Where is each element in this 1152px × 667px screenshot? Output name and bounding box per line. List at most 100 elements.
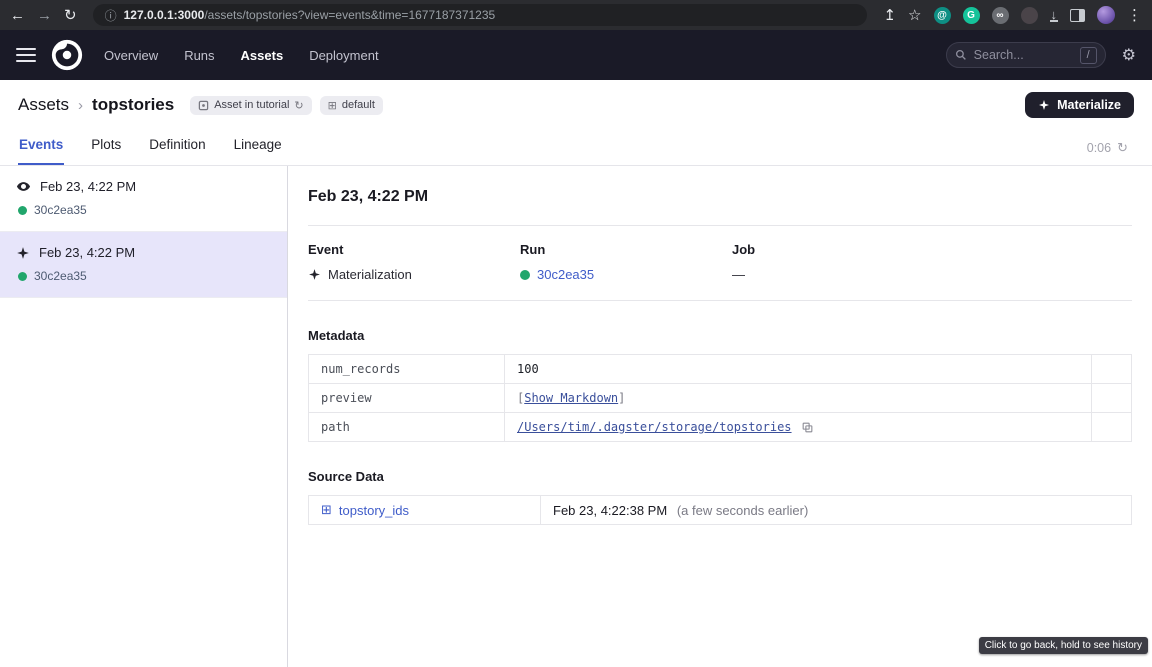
page-header: Assets › topstories Asset in tutorial ↻ ⊞ … bbox=[0, 80, 1152, 128]
share-icon[interactable]: ↥ bbox=[883, 8, 896, 23]
materialization-sparkle-icon bbox=[308, 268, 321, 281]
source-timestamp-note: (a few seconds earlier) bbox=[677, 503, 809, 518]
breadcrumb-assets-link[interactable]: Assets bbox=[18, 95, 69, 114]
bookmark-star-icon[interactable]: ☆ bbox=[908, 8, 921, 23]
materialize-button[interactable]: Materialize bbox=[1025, 92, 1134, 118]
search-icon bbox=[955, 49, 967, 61]
extension-infinity-icon[interactable]: ∞ bbox=[992, 7, 1009, 24]
metadata-action-cell bbox=[1092, 355, 1132, 384]
side-panel-icon[interactable] bbox=[1070, 9, 1085, 22]
gear-icon[interactable]: ⚙ bbox=[1122, 45, 1136, 65]
nav-item-overview[interactable]: Overview bbox=[104, 48, 158, 63]
asset-icon bbox=[198, 100, 209, 111]
refresh-icon[interactable]: ↻ bbox=[1117, 140, 1128, 156]
metadata-value: /Users/tim/.dagster/storage/topstories bbox=[505, 413, 1092, 442]
tab-events[interactable]: Events bbox=[18, 128, 64, 165]
run-id-link[interactable]: 30c2ea35 bbox=[537, 267, 594, 282]
tab-lineage[interactable]: Lineage bbox=[233, 128, 283, 165]
back-icon[interactable]: ← bbox=[10, 8, 25, 23]
dagster-logo[interactable] bbox=[50, 38, 84, 72]
source-data-row: ⊞ topstory_ids Feb 23, 4:22:38 PM (a few… bbox=[309, 496, 1132, 525]
upstream-asset-name: topstory_ids bbox=[339, 503, 409, 518]
run-status-dot bbox=[18, 272, 27, 281]
tag-group-default[interactable]: ⊞ default bbox=[320, 96, 383, 115]
event-summary-row: Event Materialization Run 30c2ea35 Job — bbox=[308, 226, 1132, 301]
path-link[interactable]: /Users/tim/.dagster/storage/topstories bbox=[517, 420, 792, 434]
nav-right: Search... / ⚙ bbox=[946, 42, 1136, 68]
breadcrumb-separator: › bbox=[78, 97, 83, 114]
metadata-row: num_records 100 bbox=[309, 355, 1132, 384]
content: Feb 23, 4:22 PM 30c2ea35 Feb 23, 4:22 PM… bbox=[0, 166, 1152, 667]
event-list-item-materialization[interactable]: Feb 23, 4:22 PM 30c2ea35 bbox=[0, 232, 287, 298]
extension-icon[interactable] bbox=[1021, 7, 1038, 24]
run-id-link[interactable]: 30c2ea35 bbox=[34, 269, 87, 283]
screen: ← → ↻ ⓘ 127.0.0.1:3000/assets/topstories… bbox=[0, 0, 1152, 667]
search-input[interactable]: Search... / bbox=[946, 42, 1106, 68]
event-column-label: Event bbox=[308, 242, 520, 257]
event-type-value: Materialization bbox=[328, 267, 412, 282]
metadata-key: path bbox=[309, 413, 505, 442]
browser-menu-icon[interactable]: ⋮ bbox=[1127, 8, 1142, 23]
asset-tags: Asset in tutorial ↻ ⊞ default bbox=[190, 96, 383, 115]
nav-item-assets[interactable]: Assets bbox=[241, 48, 284, 63]
run-column-label: Run bbox=[520, 242, 732, 257]
url-host: 127.0.0.1:3000 bbox=[124, 8, 205, 22]
event-list-sidebar: Feb 23, 4:22 PM 30c2ea35 Feb 23, 4:22 PM… bbox=[0, 166, 288, 667]
metadata-table: num_records 100 preview [Show Markdown] … bbox=[308, 354, 1132, 442]
extension-at-icon[interactable]: @ bbox=[934, 7, 951, 24]
source-timestamp: Feb 23, 4:22:38 PM bbox=[553, 503, 667, 518]
observation-eye-icon bbox=[16, 179, 31, 194]
browser-profile-avatar[interactable] bbox=[1097, 6, 1115, 24]
refresh-timer: 0:06 ↻ bbox=[1087, 140, 1128, 165]
hamburger-menu-icon[interactable] bbox=[16, 48, 36, 62]
event-detail-title: Feb 23, 4:22 PM bbox=[308, 166, 1132, 226]
breadcrumb-current: topstories bbox=[92, 95, 174, 114]
table-grid-icon: ⊞ bbox=[321, 502, 332, 518]
refresh-countdown: 0:06 bbox=[1087, 141, 1111, 155]
reload-icon[interactable]: ↻ bbox=[64, 8, 77, 23]
job-column-label: Job bbox=[732, 242, 944, 257]
tag-asset-in-tutorial[interactable]: Asset in tutorial ↻ bbox=[190, 96, 311, 115]
extension-grammarly-icon[interactable]: G bbox=[963, 7, 980, 24]
source-data-heading: Source Data bbox=[308, 469, 1132, 484]
metadata-value: 100 bbox=[505, 355, 1092, 384]
run-status-dot bbox=[520, 270, 530, 280]
tab-plots[interactable]: Plots bbox=[90, 128, 122, 165]
job-value: — bbox=[732, 267, 745, 282]
run-id-link[interactable]: 30c2ea35 bbox=[34, 203, 87, 217]
materialize-label: Materialize bbox=[1057, 98, 1121, 112]
search-placeholder: Search... bbox=[974, 48, 1073, 62]
upstream-asset-link[interactable]: ⊞ topstory_ids bbox=[321, 502, 409, 518]
site-info-icon[interactable]: ⓘ bbox=[105, 7, 117, 24]
source-data-table: ⊞ topstory_ids Feb 23, 4:22:38 PM (a few… bbox=[308, 495, 1132, 525]
app-navbar: Overview Runs Assets Deployment Search..… bbox=[0, 30, 1152, 80]
event-list-item-observation[interactable]: Feb 23, 4:22 PM 30c2ea35 bbox=[0, 166, 287, 232]
group-grid-icon: ⊞ bbox=[328, 99, 337, 112]
browser-back-tooltip: Click to go back, hold to see history bbox=[979, 637, 1148, 654]
downloads-icon[interactable]: ↓ bbox=[1050, 9, 1059, 22]
tag-label: default bbox=[342, 99, 375, 111]
nav-item-runs[interactable]: Runs bbox=[184, 48, 214, 63]
asset-tabs: Events Plots Definition Lineage 0:06 ↻ bbox=[0, 128, 1152, 166]
tag-label: Asset in tutorial bbox=[214, 99, 289, 111]
nav-links: Overview Runs Assets Deployment bbox=[104, 48, 379, 63]
metadata-key: num_records bbox=[309, 355, 505, 384]
bracket: ] bbox=[618, 391, 625, 405]
url-text: 127.0.0.1:3000/assets/topstories?view=ev… bbox=[124, 8, 496, 22]
tab-definition[interactable]: Definition bbox=[148, 128, 206, 165]
reload-code-location-icon[interactable]: ↻ bbox=[294, 99, 303, 112]
copy-icon[interactable] bbox=[801, 421, 814, 434]
event-time: Feb 23, 4:22 PM bbox=[40, 179, 136, 194]
materialization-sparkle-icon bbox=[16, 246, 30, 260]
event-detail-pane: Feb 23, 4:22 PM Event Materialization Ru… bbox=[288, 166, 1152, 667]
run-status-dot bbox=[18, 206, 27, 215]
metadata-value: [Show Markdown] bbox=[505, 384, 1092, 413]
forward-icon[interactable]: → bbox=[37, 8, 52, 23]
event-time: Feb 23, 4:22 PM bbox=[39, 245, 135, 260]
show-markdown-link[interactable]: Show Markdown bbox=[524, 391, 618, 405]
breadcrumb: Assets › topstories bbox=[18, 95, 174, 115]
address-bar[interactable]: ⓘ 127.0.0.1:3000/assets/topstories?view=… bbox=[93, 4, 868, 26]
metadata-action-cell bbox=[1092, 413, 1132, 442]
metadata-row: preview [Show Markdown] bbox=[309, 384, 1132, 413]
nav-item-deployment[interactable]: Deployment bbox=[309, 48, 378, 63]
